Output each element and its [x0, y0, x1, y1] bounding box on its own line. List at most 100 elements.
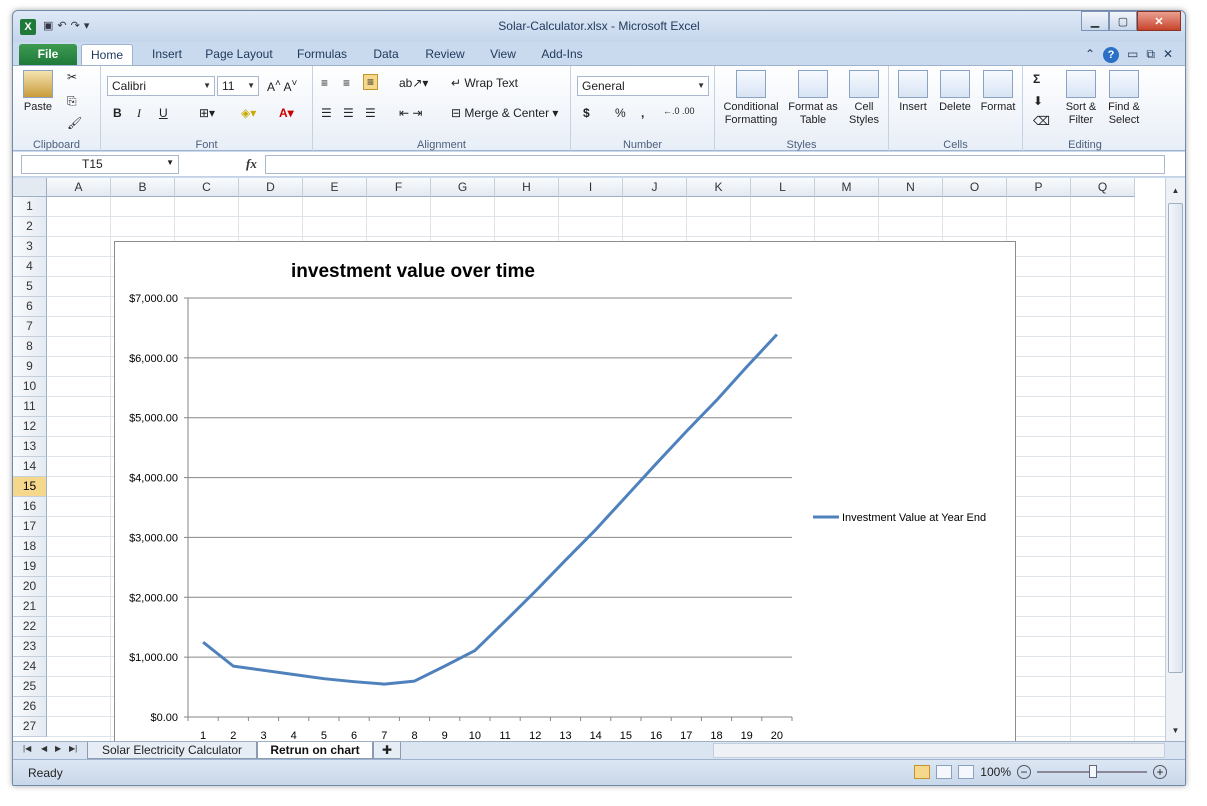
orientation-icon[interactable]: ab↗▾ [399, 76, 428, 90]
row-header[interactable]: 11 [13, 397, 47, 417]
column-header[interactable]: E [303, 178, 367, 197]
align-center-icon[interactable]: ☰ [343, 106, 354, 120]
chart-investment[interactable]: investment value over time $0.00 $1,000.00… [114, 241, 1016, 761]
row-header[interactable]: 1 [13, 197, 47, 217]
align-right-icon[interactable]: ☰ [365, 106, 376, 120]
fill-icon[interactable]: ⬇ [1033, 94, 1043, 108]
column-header[interactable]: F [367, 178, 431, 197]
tab-view[interactable]: View [483, 44, 523, 65]
column-header[interactable]: N [879, 178, 943, 197]
prev-sheet-icon[interactable]: ◀ [41, 744, 47, 753]
name-box[interactable]: T15 ▼ [21, 155, 179, 174]
row-header[interactable]: 2 [13, 217, 47, 237]
cut-icon[interactable]: ✂ [67, 70, 77, 84]
row-header[interactable]: 6 [13, 297, 47, 317]
formula-input[interactable] [265, 155, 1165, 174]
underline-button[interactable]: U [159, 106, 168, 120]
row-header[interactable]: 9 [13, 357, 47, 377]
row-header[interactable]: 16 [13, 497, 47, 517]
format-as-table-button[interactable]: Format as Table [787, 70, 839, 127]
column-header[interactable]: L [751, 178, 815, 197]
format-painter-icon[interactable]: 🖌 [67, 116, 82, 130]
row-header[interactable]: 22 [13, 617, 47, 637]
grow-font-icon[interactable]: A˄ A˅ [267, 78, 297, 94]
row-header[interactable]: 21 [13, 597, 47, 617]
row-header[interactable]: 10 [13, 377, 47, 397]
align-left-icon[interactable]: ☰ [321, 106, 332, 120]
column-header[interactable]: D [239, 178, 303, 197]
row-header[interactable]: 25 [13, 677, 47, 697]
column-header[interactable]: A [47, 178, 111, 197]
zoom-level[interactable]: 100% [980, 765, 1011, 779]
vertical-scrollbar[interactable]: ▲ ▼ [1165, 178, 1185, 741]
column-header[interactable]: I [559, 178, 623, 197]
help-icon[interactable]: ? [1103, 47, 1120, 63]
row-header[interactable]: 8 [13, 337, 47, 357]
zoom-slider[interactable] [1037, 765, 1147, 778]
column-header[interactable]: G [431, 178, 495, 197]
zoom-out-icon[interactable]: − [1017, 765, 1031, 779]
tab-insert[interactable]: Insert [141, 44, 193, 65]
scroll-up-icon[interactable]: ▲ [1168, 183, 1183, 199]
doc-restore-icon[interactable]: ⧉ [1146, 47, 1155, 63]
minimize-button[interactable]: ▁ [1081, 11, 1109, 31]
row-header[interactable]: 27 [13, 717, 47, 737]
row-header[interactable]: 20 [13, 577, 47, 597]
new-sheet-icon[interactable]: ✚ [373, 742, 401, 759]
last-sheet-icon[interactable]: ▶| [69, 744, 77, 753]
percent-button[interactable]: % [615, 106, 626, 120]
page-break-view-icon[interactable] [958, 765, 975, 779]
decimal-icons[interactable]: ←.0 .00 [663, 106, 695, 116]
column-header[interactable]: J [623, 178, 687, 197]
comma-button[interactable]: , [641, 106, 644, 120]
column-header[interactable]: P [1007, 178, 1071, 197]
tab-add-ins[interactable]: Add-Ins [533, 44, 591, 65]
align-middle-icon[interactable]: ≡ [343, 76, 350, 90]
row-header[interactable]: 17 [13, 517, 47, 537]
row-header[interactable]: 18 [13, 537, 47, 557]
sheet-tab-return-chart[interactable]: Retrun on chart [257, 742, 373, 759]
close-button[interactable]: ✕ [1137, 11, 1181, 31]
maximize-button[interactable]: ▢ [1109, 11, 1137, 31]
bold-button[interactable]: B [113, 106, 122, 120]
cell-styles-button[interactable]: Cell Styles [843, 70, 885, 127]
row-header[interactable]: 19 [13, 557, 47, 577]
row-header[interactable]: 5 [13, 277, 47, 297]
paste-button[interactable]: Paste [19, 70, 57, 114]
row-header[interactable]: 7 [13, 317, 47, 337]
delete-cells-button[interactable]: Delete [935, 70, 975, 114]
horizontal-scrollbar[interactable] [713, 743, 1165, 758]
row-header[interactable]: 15 [13, 477, 47, 497]
tab-home[interactable]: Home [81, 44, 133, 65]
row-header[interactable]: 4 [13, 257, 47, 277]
sheet-tab-calculator[interactable]: Solar Electricity Calculator [87, 742, 257, 759]
zoom-in-icon[interactable]: + [1153, 765, 1167, 779]
first-sheet-icon[interactable]: |◀ [23, 744, 31, 753]
column-header[interactable]: M [815, 178, 879, 197]
format-cells-button[interactable]: Format [977, 70, 1019, 114]
select-all-corner[interactable] [13, 178, 47, 197]
borders-icon[interactable]: ⊞▾ [199, 106, 215, 120]
align-top-icon[interactable]: ≡ [321, 76, 328, 90]
align-bottom-icon[interactable]: ≡ [363, 74, 379, 90]
indent-icons[interactable]: ⇤ ⇥ [399, 106, 422, 120]
tab-data[interactable]: Data [365, 44, 407, 65]
find-select-button[interactable]: Find & Select [1103, 70, 1145, 127]
autosum-button[interactable]: Σ [1033, 72, 1040, 86]
row-header[interactable]: 24 [13, 657, 47, 677]
fill-color-icon[interactable]: ◈▾ [241, 106, 256, 120]
row-header[interactable]: 3 [13, 237, 47, 257]
doc-minimize-icon[interactable]: ▭ [1127, 47, 1138, 63]
conditional-formatting-button[interactable]: Conditional Formatting [719, 70, 783, 127]
row-header[interactable]: 12 [13, 417, 47, 437]
font-size-select[interactable]: 11 ▼ [217, 76, 259, 96]
sort-filter-button[interactable]: Sort & Filter [1061, 70, 1101, 127]
font-name-select[interactable]: Calibri ▼ [107, 76, 215, 96]
column-header[interactable]: K [687, 178, 751, 197]
column-header[interactable]: B [111, 178, 175, 197]
column-header[interactable]: O [943, 178, 1007, 197]
tab-formulas[interactable]: Formulas [289, 44, 355, 65]
insert-function-button[interactable]: fx [246, 156, 257, 172]
minimize-ribbon-icon[interactable]: ⌃ [1085, 47, 1095, 63]
page-layout-view-icon[interactable] [936, 765, 953, 779]
